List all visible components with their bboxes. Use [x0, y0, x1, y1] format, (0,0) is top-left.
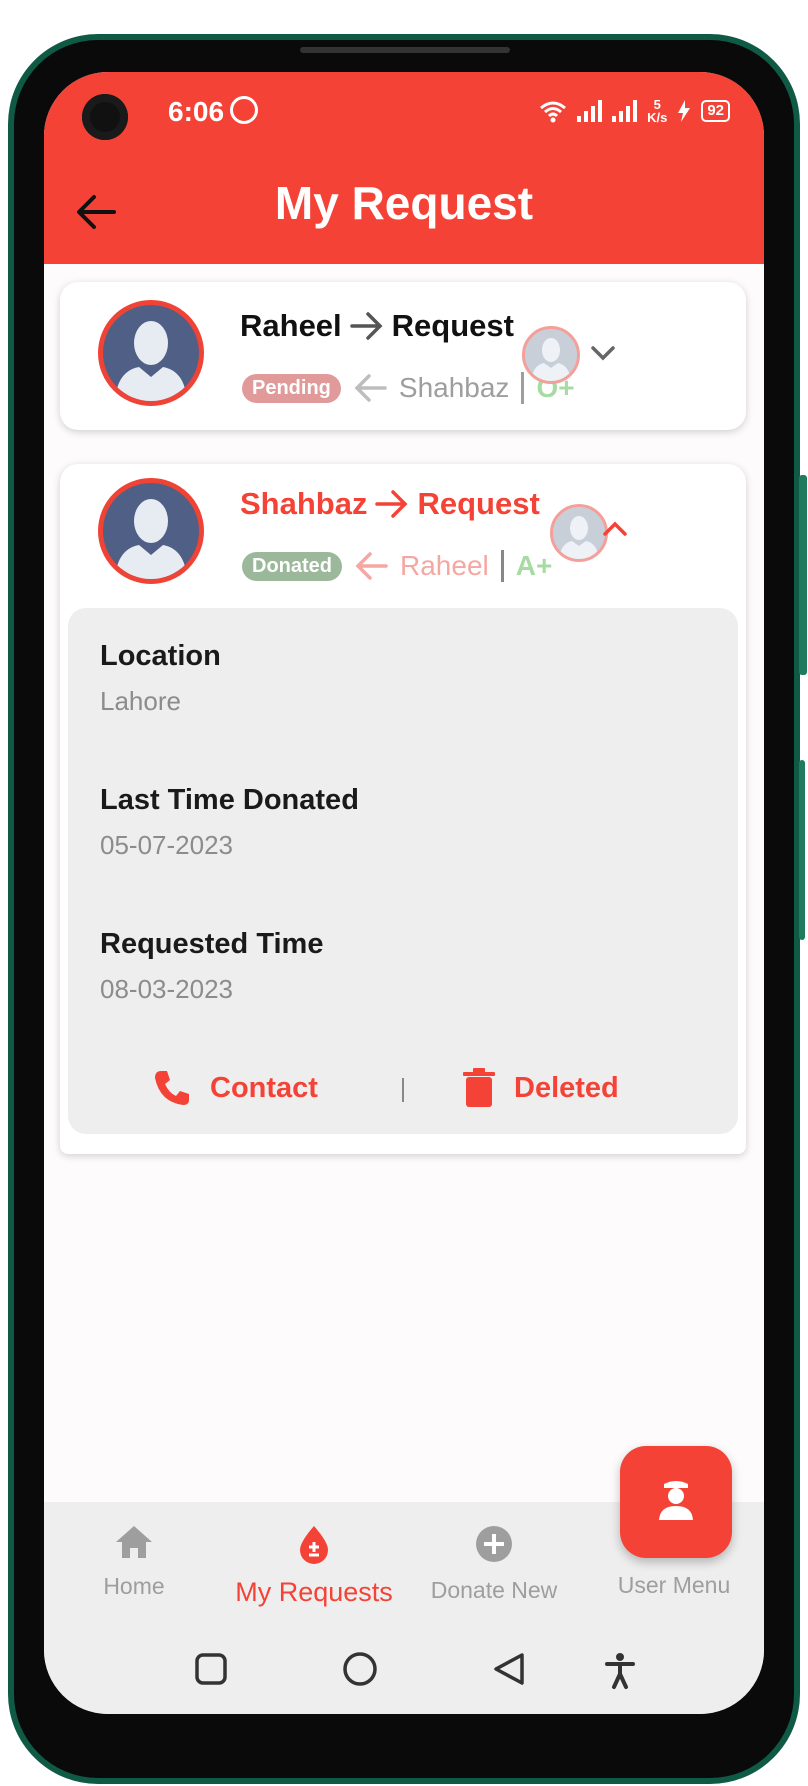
app-bar: 6:06 5 K/s 92 My Request — [44, 72, 764, 264]
home-icon — [116, 1526, 152, 1558]
signal-icon-2 — [612, 100, 638, 122]
request-card[interactable]: Raheel Request Pending Shahbaz O+ — [60, 282, 746, 430]
volume-button — [799, 475, 807, 675]
requested-time-value: 08-03-2023 — [100, 974, 233, 1004]
wifi-icon — [540, 101, 567, 123]
request-title: Shahbaz Request — [240, 486, 540, 522]
nav-label: Home — [103, 1573, 165, 1599]
collapse-button[interactable] — [600, 514, 630, 544]
charging-icon — [678, 100, 691, 122]
earpiece — [300, 47, 510, 53]
nav-label: My Requests — [235, 1577, 393, 1607]
location-value: Lahore — [100, 686, 181, 716]
last-donated-label: Last Time Donated — [100, 784, 359, 816]
request-label: Request — [391, 308, 514, 343]
blood-drop-icon — [300, 1526, 328, 1564]
person-silhouette-icon — [559, 516, 599, 559]
divider — [521, 372, 525, 404]
nav-item-home[interactable]: Home — [44, 1524, 224, 1600]
vpn-icon — [230, 96, 259, 124]
person-silhouette-icon — [531, 338, 571, 381]
network-speed: 5 K/s — [647, 97, 668, 125]
page-title: My Request — [274, 177, 534, 229]
home-system-icon[interactable] — [342, 1652, 378, 1688]
request-meta: Pending Shahbaz O+ — [242, 372, 575, 404]
signal-icon — [577, 100, 603, 122]
avatar — [98, 300, 204, 406]
person-silhouette-icon — [115, 321, 187, 401]
battery-icon: 92 — [701, 100, 730, 122]
chevron-down-icon — [591, 346, 615, 361]
plus-circle-icon — [476, 1526, 512, 1562]
request-title: Raheel Request — [240, 308, 514, 344]
accessibility-icon[interactable] — [604, 1652, 636, 1690]
blood-group: A+ — [515, 550, 553, 581]
arrow-left-icon — [355, 552, 388, 580]
front-camera — [82, 94, 128, 140]
contact-button[interactable]: Contact — [152, 1068, 318, 1108]
donor-name: Raheel — [240, 308, 342, 343]
arrow-right-icon — [349, 312, 383, 340]
action-divider — [402, 1078, 404, 1102]
request-card[interactable]: Shahbaz Request Donated Raheel A+ Locati… — [60, 464, 746, 1154]
nav-item-donate-new[interactable]: Donate New — [404, 1524, 584, 1604]
requested-time-label: Requested Time — [100, 928, 324, 960]
requester-name: Shahbaz — [398, 372, 510, 403]
location-label: Location — [100, 640, 221, 672]
delete-label: Deleted — [514, 1071, 619, 1104]
arrow-left-icon — [354, 374, 387, 402]
chevron-up-icon — [603, 521, 627, 536]
expand-button[interactable] — [588, 338, 618, 368]
requester-avatar — [522, 326, 580, 384]
recents-icon[interactable] — [194, 1652, 228, 1686]
donor-name: Shahbaz — [240, 486, 368, 521]
back-system-icon[interactable] — [492, 1652, 526, 1688]
app-screen: 6:06 5 K/s 92 My Request Raheel Request P… — [44, 72, 764, 1714]
user-icon — [659, 1481, 693, 1520]
request-details: Location Lahore Last Time Donated 05-07-… — [68, 608, 738, 1134]
user-fab[interactable] — [620, 1446, 732, 1558]
nav-item-my-requests[interactable]: My Requests — [224, 1524, 404, 1608]
power-button — [799, 760, 805, 940]
requester-name: Raheel — [400, 550, 489, 581]
person-silhouette-icon — [115, 499, 187, 579]
trash-icon — [463, 1068, 495, 1107]
arrow-right-icon — [375, 490, 408, 518]
last-donated-value: 05-07-2023 — [100, 830, 233, 860]
delete-button[interactable]: Deleted — [462, 1068, 619, 1108]
request-meta: Donated Raheel A+ — [242, 550, 552, 582]
status-time: 6:06 — [168, 96, 259, 128]
status-icons: 5 K/s 92 — [539, 98, 730, 124]
avatar — [98, 478, 204, 584]
nav-label: User Menu — [617, 1572, 731, 1598]
request-label: Request — [417, 486, 540, 521]
contact-label: Contact — [210, 1071, 318, 1104]
clock-text: 6:06 — [168, 96, 225, 127]
phone-icon — [155, 1071, 189, 1105]
status-badge: Pending — [242, 373, 341, 403]
status-badge: Donated — [242, 551, 342, 581]
nav-label: Donate New — [430, 1577, 558, 1603]
divider — [500, 550, 504, 582]
